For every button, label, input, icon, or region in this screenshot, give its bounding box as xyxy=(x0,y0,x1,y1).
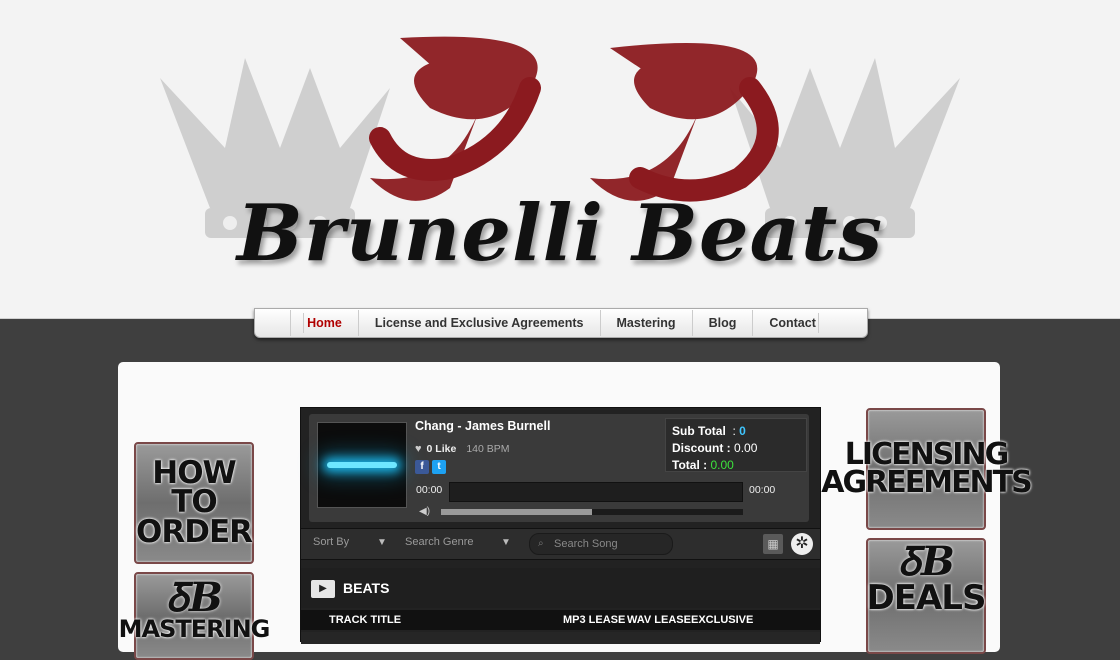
volume-fill xyxy=(441,509,592,515)
filter-bar: Sort By ▼ Search Genre ▼ ⌕ Search Song ▦… xyxy=(301,528,820,560)
track-title: Chang - James Burnell xyxy=(415,419,551,433)
subtotal-value: 0 xyxy=(739,424,746,438)
nav-item-blog[interactable]: Blog xyxy=(691,310,753,336)
how-to-order-line1: HOW TO xyxy=(152,454,237,521)
like-count: 0 Like xyxy=(426,443,457,455)
play-icon[interactable]: ▶ xyxy=(311,580,335,598)
col-wav-lease: WAV LEASE xyxy=(627,614,691,626)
nav-item-contact[interactable]: Contact xyxy=(752,310,832,336)
nav-item-license-agreements[interactable]: License and Exclusive Agreements xyxy=(357,310,600,336)
licensing-line2: AGREEMENTS xyxy=(821,465,1032,500)
volume-icon[interactable]: ◀) xyxy=(419,506,430,517)
search-song-input[interactable]: ⌕ Search Song xyxy=(529,533,673,555)
mastering-button[interactable]: ꝽB MASTERING xyxy=(119,572,270,660)
heart-icon[interactable]: ♥ xyxy=(415,443,422,455)
social-share: f t xyxy=(415,460,446,474)
discount-row: Discount : 0.00 xyxy=(672,440,800,457)
table-row[interactable] xyxy=(301,632,820,644)
discount-value: 0.00 xyxy=(734,441,758,455)
col-track-title: TRACK TITLE xyxy=(329,614,402,626)
track-cover-art xyxy=(317,422,407,508)
bb-monogram xyxy=(369,36,779,202)
like-row: ♥ 0 Like 140 BPM xyxy=(415,443,510,455)
chevron-down-icon: ▼ xyxy=(377,537,387,548)
gear-icon[interactable]: ✲ xyxy=(791,533,813,555)
subtotal-row: Sub Total : 0 xyxy=(672,424,746,438)
nav-item-mastering[interactable]: Mastering xyxy=(599,310,692,336)
track-table-header: TRACK TITLE MP3 LEASE WAV LEASE EXCLUSIV… xyxy=(301,610,820,630)
site-header: Brunelli Beats xyxy=(0,0,1120,319)
time-current: 00:00 xyxy=(416,484,443,496)
search-genre-label: Search Genre xyxy=(405,536,474,548)
bb-logo-icon: ꝽB xyxy=(165,574,223,621)
now-playing-box: Chang - James Burnell ♥ 0 Like 140 BPM f… xyxy=(309,414,809,522)
deals-label: DEALS xyxy=(866,578,987,618)
licensing-agreements-button[interactable]: LICENSING AGREEMENTS xyxy=(821,408,1033,530)
nav-divider xyxy=(818,313,819,333)
subtotal-label: Sub Total xyxy=(672,424,726,438)
video-icon[interactable]: ▦ xyxy=(763,534,783,554)
search-song-placeholder: Search Song xyxy=(554,538,618,550)
deals-button[interactable]: ꝽB DEALS xyxy=(866,538,986,654)
nav-divider xyxy=(303,313,304,333)
seek-bar[interactable] xyxy=(449,482,743,502)
time-total: 00:00 xyxy=(749,484,776,496)
twitter-icon[interactable]: t xyxy=(432,460,446,474)
how-to-order-button[interactable]: HOW TO ORDER xyxy=(134,442,254,564)
cart-totals: Sub Total : 0 Discount : 0.00 Total : 0.… xyxy=(665,418,807,472)
mastering-label: MASTERING xyxy=(118,615,271,643)
nav-item-home[interactable]: Home xyxy=(290,310,358,336)
volume-slider[interactable] xyxy=(441,509,743,515)
beats-section-header: ▶ BEATS xyxy=(301,568,820,608)
bb-logo-icon: ꝽB xyxy=(897,538,955,585)
total-row: Total : 0.00 xyxy=(672,457,800,474)
how-to-order-line2: ORDER xyxy=(136,513,253,550)
search-icon: ⌕ xyxy=(538,538,544,549)
discount-label: Discount : xyxy=(672,441,731,455)
brand-name: Brunelli Beats xyxy=(236,188,884,279)
chevron-down-icon: ▼ xyxy=(501,537,511,548)
total-label: Total : xyxy=(672,458,708,472)
total-value: 0.00 xyxy=(710,458,734,472)
bpm-label: 140 BPM xyxy=(466,443,510,455)
cover-glow xyxy=(327,462,397,468)
sort-by-label: Sort By xyxy=(313,536,350,548)
col-exclusive: EXCLUSIVE xyxy=(691,614,754,626)
beat-player: Chang - James Burnell ♥ 0 Like 140 BPM f… xyxy=(300,407,821,644)
search-genre-select[interactable]: Search Genre ▼ xyxy=(405,536,517,548)
facebook-icon[interactable]: f xyxy=(415,460,429,474)
main-nav: Home License and Exclusive Agreements Ma… xyxy=(254,308,868,338)
sort-by-select[interactable]: Sort By ▼ xyxy=(313,536,389,548)
beats-title: BEATS xyxy=(343,580,390,596)
col-mp3-lease: MP3 LEASE xyxy=(563,614,626,626)
